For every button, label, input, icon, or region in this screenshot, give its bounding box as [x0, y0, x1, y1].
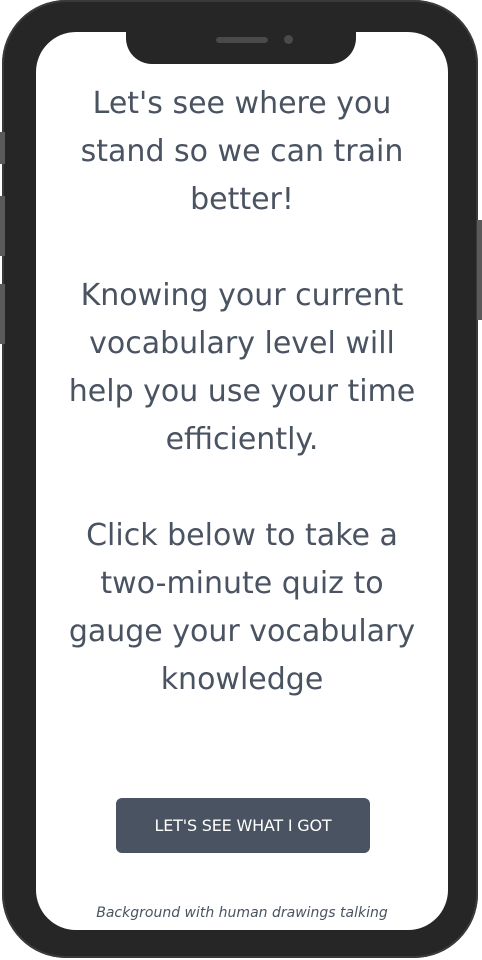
intro-paragraph-3: Click below to take a two-minute quiz to… — [68, 518, 416, 697]
background-note: Background with human drawings talking — [96, 905, 388, 921]
mute-switch — [0, 132, 5, 164]
start-quiz-button[interactable]: LET'S SEE WHAT I GOT — [116, 798, 370, 853]
power-button — [477, 220, 482, 320]
intro-text: Let's see where you stand so we can trai… — [36, 80, 448, 752]
phone-screen: Let's see where you stand so we can trai… — [36, 32, 448, 930]
intro-paragraph-1: Let's see where you stand so we can trai… — [80, 86, 404, 217]
volume-down-button — [0, 284, 5, 344]
intro-paragraph-2: Knowing your current vocabulary level wi… — [68, 278, 416, 457]
notch — [126, 24, 356, 64]
speaker-icon — [216, 37, 268, 43]
camera-icon — [284, 35, 293, 44]
volume-up-button — [0, 196, 5, 256]
